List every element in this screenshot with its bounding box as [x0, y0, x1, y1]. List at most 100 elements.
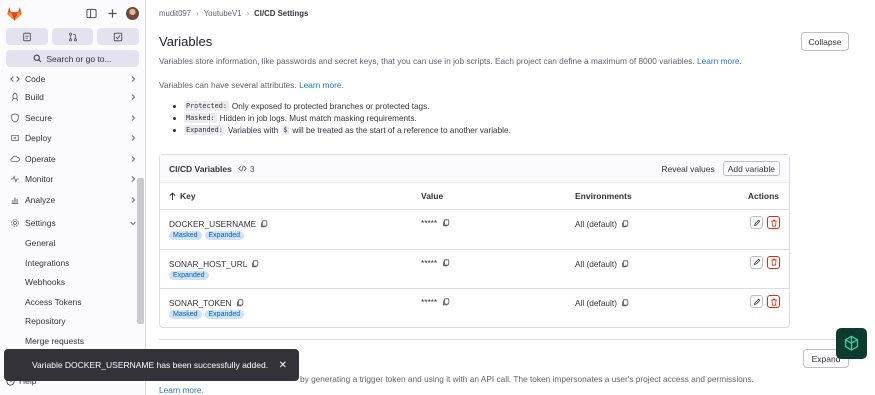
key-column-header[interactable]: Key	[169, 191, 196, 201]
variable-badges: Masked Expanded	[169, 231, 245, 240]
sidebar-item-label: Operate	[25, 153, 56, 164]
sidebar-toggle-icon[interactable]	[85, 7, 97, 19]
section-description: Variables store information, like passwo…	[159, 56, 742, 66]
learn-more-link[interactable]: Learn more.	[697, 56, 742, 66]
sidebar-item-deploy[interactable]: Deploy	[0, 128, 145, 149]
breadcrumb-separator: ›	[196, 9, 199, 18]
expanded-badge: Expanded	[204, 231, 245, 240]
chevron-right-icon	[131, 114, 136, 121]
copy-icon[interactable]	[236, 299, 244, 307]
sidebar-item-label: Monitor	[25, 174, 54, 185]
collapse-button[interactable]: Collapse	[801, 32, 849, 51]
sidebar-subitem-repository[interactable]: Repository	[0, 312, 145, 332]
sidebar-item-analyze[interactable]: Analyze	[0, 190, 145, 211]
variable-environment-text: All (default)	[575, 298, 617, 308]
breadcrumb-current[interactable]: CI/CD Settings	[254, 9, 308, 18]
sidebar: Search or go to... Code Build Secure Dep…	[0, 0, 146, 395]
trigger-description: by generating a trigger token and using …	[300, 374, 754, 384]
attribute-text: Hidden in job logs. Must match masking r…	[219, 113, 417, 123]
delete-button[interactable]	[767, 255, 780, 269]
attributes-intro: Variables can have several attributes. L…	[159, 80, 344, 90]
trash-icon	[770, 298, 777, 306]
variable-key-text: DOCKER_USERNAME	[169, 219, 257, 229]
description-text: Variables store information, like passwo…	[159, 56, 695, 66]
issues-shortcut-button[interactable]	[6, 28, 48, 45]
attribute-code: Protected:	[184, 101, 229, 111]
attribute-masked: Masked: Hidden in job logs. Must match m…	[173, 112, 511, 124]
breadcrumb-project[interactable]: YoutubeV1	[204, 9, 242, 18]
pencil-icon	[753, 258, 760, 265]
attributes-learn-more-link[interactable]: Learn more.	[299, 80, 344, 90]
sidebar-item-settings[interactable]: Settings	[0, 213, 145, 234]
variables-card-header: CI/CD Variables 3 Reveal values Add vari…	[160, 155, 789, 183]
add-variable-button[interactable]: Add variable	[722, 161, 780, 176]
sidebar-subitem-general[interactable]: General	[0, 234, 145, 254]
reveal-values-button[interactable]: Reveal values	[661, 164, 714, 174]
breadcrumb-separator: ›	[246, 9, 250, 18]
expanded-badge: Expanded	[204, 310, 245, 319]
variable-badges: Masked Expanded	[169, 310, 245, 319]
sidebar-item-build[interactable]: Build	[0, 87, 145, 108]
sidebar-subitem-merge-requests[interactable]: Merge requests	[0, 331, 145, 351]
sidebar-top	[0, 0, 145, 26]
breadcrumb-user[interactable]: mudit097	[159, 9, 191, 18]
edit-button[interactable]	[750, 295, 763, 308]
chevron-right-icon	[131, 155, 136, 162]
sidebar-item-label: Secure	[25, 112, 52, 123]
chevron-right-icon	[131, 176, 136, 183]
main-content: mudit097 › YoutubeV1 › CI/CD Settings Va…	[147, 0, 875, 395]
table-row: SONAR_HOST_URL Expanded ***** All (defau…	[160, 250, 789, 289]
breadcrumb: mudit097 › YoutubeV1 › CI/CD Settings	[159, 9, 308, 18]
copy-icon[interactable]	[442, 258, 450, 267]
trigger-learn-more-link[interactable]: Learn more.	[159, 385, 204, 395]
sort-arrow-up-icon	[169, 191, 176, 200]
merge-requests-shortcut-button[interactable]	[51, 28, 94, 45]
variable-key-text: SONAR_HOST_URL	[169, 258, 248, 269]
variables-count-value: 3	[249, 163, 255, 174]
todo-icon	[113, 32, 123, 41]
copy-icon[interactable]	[260, 220, 268, 228]
sidebar-subitem-webhooks[interactable]: Webhooks	[0, 273, 145, 293]
sidebar-scrollbar[interactable]	[137, 178, 144, 324]
attribute-code: Expanded:	[184, 125, 225, 135]
variable-key: SONAR_TOKEN	[169, 298, 244, 308]
table-header-row: Key Value Environments Actions	[160, 183, 789, 210]
value-column-header: Value	[421, 191, 444, 201]
delete-button[interactable]	[767, 216, 780, 229]
copy-icon[interactable]	[621, 299, 629, 307]
attribute-text: Variables with	[227, 125, 279, 135]
delete-button[interactable]	[767, 295, 780, 308]
sidebar-item-monitor[interactable]: Monitor	[0, 169, 145, 190]
gitlab-logo-icon[interactable]	[6, 5, 23, 22]
masked-badge: Masked	[169, 310, 202, 319]
sidebar-item-operate[interactable]: Operate	[0, 149, 145, 170]
variable-environment: All (default)	[575, 298, 629, 308]
code-icon	[238, 165, 247, 172]
shortcut-row	[0, 28, 145, 45]
expanded-badge: Expanded	[169, 270, 209, 280]
plus-icon[interactable]	[106, 7, 118, 19]
assistant-fab-button[interactable]	[836, 328, 867, 359]
sidebar-subitem-access-tokens[interactable]: Access Tokens	[0, 292, 145, 312]
row-actions	[750, 216, 780, 229]
todos-shortcut-button[interactable]	[97, 28, 140, 45]
search-button[interactable]: Search or go to...	[6, 50, 139, 67]
shield-icon	[10, 113, 20, 123]
attributes-list: Protected: Only exposed to protected bra…	[173, 100, 511, 136]
sidebar-item-secure[interactable]: Secure	[0, 108, 145, 129]
edit-button[interactable]	[750, 255, 763, 269]
copy-icon[interactable]	[621, 259, 629, 268]
sidebar-subitem-integrations[interactable]: Integrations	[0, 253, 145, 273]
avatar[interactable]	[126, 6, 139, 20]
copy-icon[interactable]	[621, 220, 629, 228]
copy-icon[interactable]	[442, 298, 450, 306]
edit-button[interactable]	[750, 216, 763, 229]
copy-icon[interactable]	[442, 219, 450, 227]
trash-icon	[770, 258, 777, 266]
chevron-right-icon	[131, 94, 136, 101]
copy-icon[interactable]	[251, 259, 259, 268]
sidebar-item-code[interactable]: Code	[0, 71, 145, 87]
close-icon[interactable]: ✕	[279, 360, 287, 371]
sidebar-item-label: Deploy	[25, 133, 52, 144]
search-icon	[34, 54, 42, 63]
